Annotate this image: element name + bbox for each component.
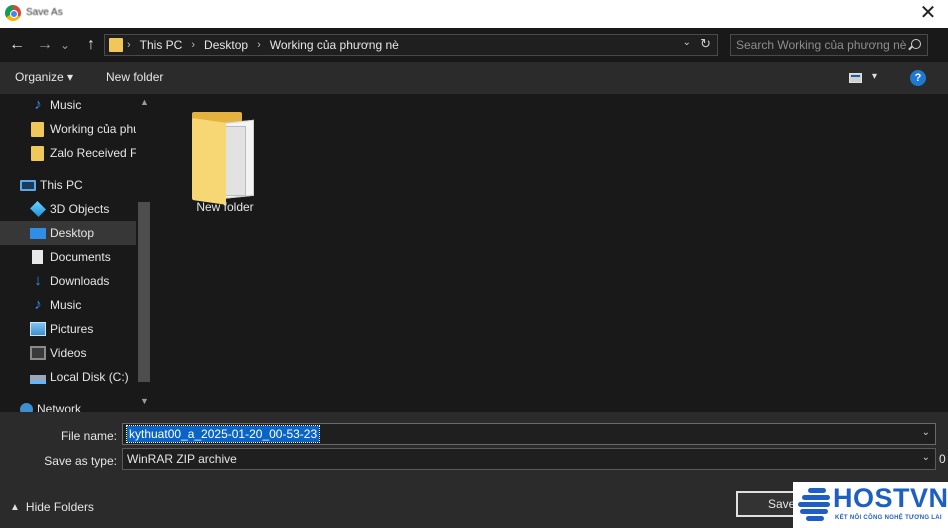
sidebar-item-music-quick[interactable]: ♪ Music (0, 94, 136, 117)
breadcrumb-separator[interactable]: › (257, 39, 261, 51)
recent-locations-chevron-icon[interactable]: ⌄ (58, 35, 72, 55)
navigation-pane: ♪ Music Working của phư Zalo Received Fi… (0, 94, 155, 412)
breadcrumb: › This PC › Desktop › Working của phương… (127, 38, 399, 52)
folder-front (192, 118, 226, 205)
hostvn-watermark-logo: HOSTVN KẾT NỐI CÔNG NGHỆ TƯƠNG LAI (793, 482, 948, 528)
folder-icon (31, 145, 44, 161)
folder-icon (109, 38, 123, 52)
sidebar-item-zalo-folder[interactable]: Zalo Received Fi (0, 141, 136, 165)
chrome-app-icon (5, 5, 21, 21)
file-list-pane: New folder (156, 94, 948, 412)
globe-logo-icon (796, 484, 832, 522)
pictures-icon (30, 322, 46, 336)
logo-stripe (798, 502, 830, 507)
organize-button[interactable]: Organize ▾ (15, 70, 73, 84)
search-box[interactable] (730, 34, 928, 56)
breadcrumb-separator[interactable]: › (191, 39, 195, 51)
refresh-icon[interactable]: ↻ (700, 36, 711, 52)
logo-stripe (806, 516, 824, 521)
logo-stripe (802, 495, 830, 500)
view-options-icon[interactable] (849, 73, 862, 83)
help-icon[interactable]: ? (910, 70, 926, 86)
sidebar-item-videos[interactable]: Videos (0, 341, 136, 365)
sidebar-item-label: Downloads (50, 274, 110, 288)
sidebar-scrollbar[interactable]: ▲ ▼ (136, 94, 153, 412)
sidebar-item-desktop[interactable]: Desktop (0, 221, 136, 245)
sidebar-item-working-folder[interactable]: Working của phư (0, 117, 136, 141)
music-icon: ♪ (34, 296, 42, 313)
folder-icon (192, 112, 254, 205)
document-icon (32, 250, 43, 264)
sidebar-item-this-pc[interactable]: This PC (0, 173, 136, 197)
chevron-down-icon[interactable]: ⌄ (922, 427, 930, 438)
sidebar-item-local-disk[interactable]: Local Disk (C:) (0, 365, 136, 389)
chevron-down-icon[interactable]: ⌄ (922, 452, 930, 463)
command-toolbar: Organize ▾ New folder ▾ ? (0, 62, 948, 94)
file-name-label: File name: (60, 429, 117, 443)
sidebar-item-label: Local Disk (C:) (50, 370, 129, 384)
breadcrumb-separator: › (127, 39, 131, 51)
hide-folders-button[interactable]: ▲ Hide Folders (10, 500, 94, 514)
desktop-icon (30, 227, 46, 239)
sidebar-item-network[interactable]: Network (0, 397, 136, 412)
sidebar-item-music[interactable]: ♪ Music (0, 293, 136, 317)
file-name-input[interactable]: kythuat00_a_2025-01-20_00-53-23 (125, 425, 321, 443)
scrollbar-thumb[interactable] (138, 202, 150, 382)
sidebar-item-pictures[interactable]: Pictures (0, 317, 136, 341)
sidebar-item-3d-objects[interactable]: 3D Objects (0, 197, 136, 221)
search-icon[interactable] (911, 39, 921, 49)
sidebar-item-label: Zalo Received Fi (50, 146, 136, 160)
view-options-chevron-icon[interactable]: ▾ (872, 71, 877, 82)
download-icon: ↓ (34, 272, 42, 289)
logo-stripe (808, 488, 826, 493)
back-arrow-icon[interactable]: ← (6, 35, 28, 55)
navigation-bar: ← → ⌄ ↑ › This PC › Desktop › Working củ… (0, 28, 948, 62)
window-title: Save As (26, 7, 63, 18)
logo-stripe (800, 509, 828, 514)
new-folder-button[interactable]: New folder (106, 70, 163, 84)
music-icon: ♪ (34, 96, 42, 113)
sidebar-item-label: Music (50, 298, 82, 312)
scroll-down-icon[interactable]: ▼ (140, 396, 149, 406)
sidebar-item-documents[interactable]: Documents (0, 245, 136, 269)
cube-icon (30, 201, 46, 217)
videos-icon (30, 346, 46, 360)
forward-arrow-icon[interactable]: → (34, 35, 56, 55)
sidebar-item-label: 3D Objects (50, 202, 110, 216)
up-arrow-icon[interactable]: ↑ (80, 35, 102, 55)
network-icon (20, 402, 33, 412)
clipped-text: 0 (939, 452, 946, 466)
watermark-tagline: KẾT NỐI CÔNG NGHỆ TƯƠNG LAI (835, 515, 942, 521)
save-as-type-select[interactable]: WinRAR ZIP archive ⌄ (122, 448, 936, 470)
sidebar-item-label: Network (37, 402, 82, 412)
watermark-brand: HOSTVN (833, 483, 948, 513)
close-icon[interactable]: ✕ (916, 2, 940, 24)
save-as-type-label: Save as type: (44, 454, 117, 468)
folder-item-label: New folder (196, 200, 254, 214)
search-input[interactable] (731, 35, 907, 55)
sidebar-item-label: This PC (40, 178, 83, 192)
save-as-type-value: WinRAR ZIP archive (127, 452, 237, 466)
breadcrumb-desktop[interactable]: Desktop (204, 38, 248, 52)
file-name-field[interactable]: kythuat00_a_2025-01-20_00-53-23 ⌄ (122, 423, 936, 445)
folder-icon (31, 121, 44, 137)
scroll-up-icon[interactable]: ▲ (140, 97, 149, 107)
breadcrumb-this-pc[interactable]: This PC (140, 38, 183, 52)
disk-icon (30, 374, 46, 384)
sidebar-item-label: Working của phư (50, 122, 136, 136)
hide-folders-label: Hide Folders (25, 500, 94, 514)
sidebar-item-label: Music (50, 98, 82, 112)
chevron-up-icon: ▲ (10, 501, 20, 513)
sidebar-item-label: Desktop (50, 226, 95, 240)
sidebar-item-label: Videos (50, 346, 87, 360)
sidebar-item-label: Documents (50, 250, 111, 264)
breadcrumb-current-folder[interactable]: Working của phương nè (270, 38, 399, 52)
computer-icon (20, 179, 36, 191)
address-bar[interactable]: › This PC › Desktop › Working của phương… (104, 34, 718, 56)
folder-item-new-folder[interactable]: New folder (180, 104, 270, 219)
sidebar-item-label: Pictures (50, 322, 94, 336)
title-bar: Save As ✕ (0, 0, 948, 28)
sidebar-item-downloads[interactable]: ↓ Downloads (0, 269, 136, 293)
address-history-chevron-icon[interactable]: ⌄ (683, 37, 691, 48)
